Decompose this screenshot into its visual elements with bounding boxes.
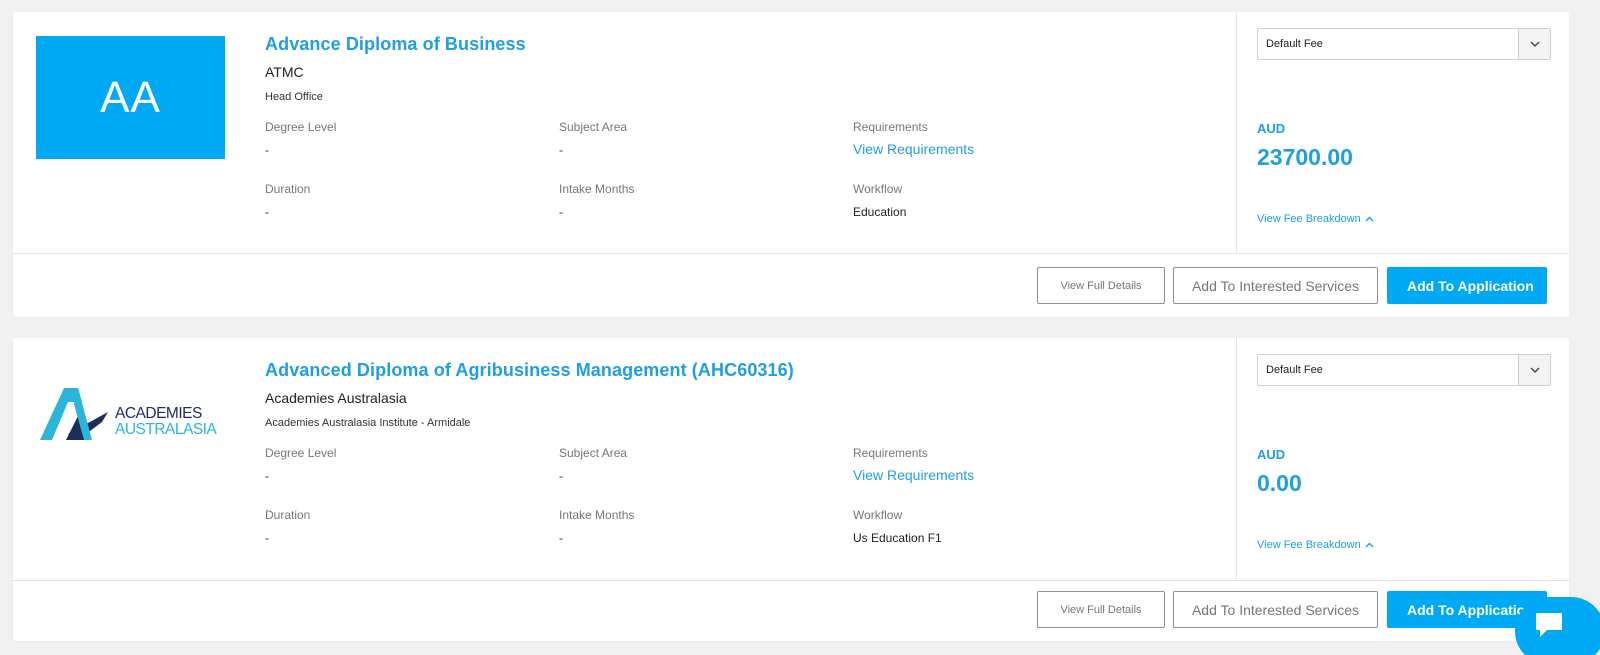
logo-initials: AA (100, 72, 161, 122)
provider-name: Academies Australasia (265, 390, 407, 406)
branch-name: Academies Australasia Institute - Armida… (265, 417, 471, 429)
subject-area-value: - (559, 469, 563, 483)
logo-word-bottom: AUSTRALASIA (115, 421, 217, 438)
card-actions: View Full Details Add To Interested Serv… (13, 578, 1569, 641)
add-to-interested-button[interactable]: Add To Interested Services (1173, 591, 1378, 628)
intake-months-value: - (559, 205, 563, 219)
add-to-interested-button[interactable]: Add To Interested Services (1173, 267, 1378, 304)
card-actions: View Full Details Add To Interested Serv… (13, 254, 1569, 317)
fee-breakdown-label: View Fee Breakdown (1257, 213, 1361, 225)
fee-amount: 23700.00 (1257, 144, 1353, 170)
fee-select-value: Default Fee (1266, 38, 1323, 50)
subject-area-value: - (559, 143, 563, 157)
workflow-value: Us Education F1 (853, 531, 942, 545)
view-fee-breakdown-link[interactable]: View Fee Breakdown (1257, 539, 1374, 551)
degree-level-value: - (265, 469, 269, 483)
course-card: AA Advance Diploma of Business ATMC Head… (13, 12, 1569, 317)
workflow-label: Workflow (853, 182, 903, 196)
chevron-down-icon[interactable] (1518, 29, 1550, 59)
fee-select[interactable]: Default Fee (1257, 28, 1551, 60)
duration-value: - (265, 205, 269, 219)
requirements-label: Requirements (853, 120, 928, 134)
chevron-up-icon (1365, 542, 1374, 548)
intake-months-value: - (559, 531, 563, 545)
chevron-down-icon[interactable] (1518, 355, 1550, 385)
provider-logo: AA (36, 36, 225, 159)
chevron-up-icon (1365, 216, 1374, 222)
fee-select-value: Default Fee (1266, 364, 1323, 376)
duration-value: - (265, 531, 269, 545)
fee-breakdown-label: View Fee Breakdown (1257, 539, 1361, 551)
provider-logo: ACADEMIES AUSTRALASIA (38, 388, 228, 453)
view-requirements-link[interactable]: View Requirements (853, 467, 974, 483)
fee-panel: Default Fee AUD 23700.00 View Fee Breakd… (1237, 12, 1569, 254)
duration-label: Duration (265, 508, 311, 522)
chat-icon[interactable] (1533, 610, 1565, 640)
workflow-label: Workflow (853, 508, 903, 522)
fee-select[interactable]: Default Fee (1257, 354, 1551, 386)
workflow-value: Education (853, 205, 907, 219)
degree-level-label: Degree Level (265, 120, 337, 134)
degree-level-label: Degree Level (265, 446, 337, 460)
logo-word-top: ACADEMIES (115, 405, 202, 422)
course-title[interactable]: Advanced Diploma of Agribusiness Managem… (265, 360, 794, 381)
view-fee-breakdown-link[interactable]: View Fee Breakdown (1257, 213, 1374, 225)
view-requirements-link[interactable]: View Requirements (853, 141, 974, 157)
fee-currency: AUD (1257, 121, 1286, 136)
branch-name: Head Office (265, 91, 323, 103)
requirements-label: Requirements (853, 446, 928, 460)
duration-label: Duration (265, 182, 311, 196)
fee-amount: 0.00 (1257, 470, 1302, 496)
course-info: AA Advance Diploma of Business ATMC Head… (13, 12, 1237, 254)
intake-months-label: Intake Months (559, 182, 635, 196)
intake-months-label: Intake Months (559, 508, 635, 522)
subject-area-label: Subject Area (559, 120, 628, 134)
course-title[interactable]: Advance Diploma of Business (265, 34, 526, 55)
course-info: ACADEMIES AUSTRALASIA Advanced Diploma o… (13, 338, 1237, 581)
view-full-details-button[interactable]: View Full Details (1037, 591, 1165, 628)
add-to-application-button[interactable]: Add To Application (1387, 267, 1547, 304)
fee-currency: AUD (1257, 447, 1286, 462)
view-full-details-button[interactable]: View Full Details (1037, 267, 1165, 304)
course-card: ACADEMIES AUSTRALASIA Advanced Diploma o… (13, 338, 1569, 641)
provider-name: ATMC (265, 64, 304, 80)
fee-panel: Default Fee AUD 0.00 View Fee Breakdown (1237, 338, 1569, 581)
subject-area-label: Subject Area (559, 446, 628, 460)
degree-level-value: - (265, 143, 269, 157)
